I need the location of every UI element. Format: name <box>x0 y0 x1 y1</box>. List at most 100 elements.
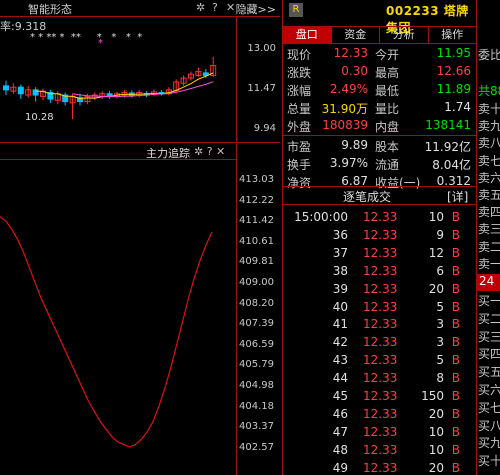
hide-button[interactable]: 隐藏>> <box>236 1 276 17</box>
trade-row: 39 12.33 20 B <box>283 281 476 300</box>
axis-tick-label: 405.79 <box>239 359 274 371</box>
trade-time: 38 <box>332 263 348 278</box>
trade-row: 48 12.33 10 B <box>283 442 476 461</box>
tab-funds[interactable]: 资金 <box>332 27 380 43</box>
close-icon[interactable]: ✕ <box>226 1 235 14</box>
tracking-icons[interactable]: ✲ ? ✕ <box>194 145 225 158</box>
trade-side: B <box>451 317 460 332</box>
axis-tick-label: 411.42 <box>239 215 274 227</box>
trade-volume: 10 <box>428 442 444 457</box>
buy-level-label: 买七 <box>478 400 500 415</box>
candlestick-chart <box>3 56 217 120</box>
divider <box>283 204 476 205</box>
moving-average-10 <box>72 81 214 98</box>
tab-order-book[interactable]: 盘口 <box>283 27 332 43</box>
trade-price: 12.33 <box>363 299 398 314</box>
trade-time: 15:00:00 <box>294 210 348 224</box>
trade-side: B <box>451 460 460 475</box>
trade-price: 12.33 <box>363 317 398 332</box>
trade-price: 12.33 <box>363 371 398 386</box>
price-axis: 13.00 11.47 9.94 <box>236 17 280 143</box>
tick-trades-header: 逐笔成交 [详] <box>283 188 476 204</box>
trade-volume: 20 <box>428 460 444 475</box>
tracking-value-axis: 413.03 412.22 411.42 410.61 409.81 409.00 408.… <box>236 144 280 475</box>
quote-label: 涨跌 <box>287 66 312 80</box>
trade-side: B <box>451 227 460 242</box>
quote-row: 现价 12.33 今开 11.95 <box>283 46 476 62</box>
main-force-line <box>0 216 213 448</box>
trade-time: 49 <box>332 460 348 475</box>
axis-tick-label: 406.59 <box>239 338 274 350</box>
trade-price: 12.33 <box>363 263 398 278</box>
trade-volume: 5 <box>436 299 444 314</box>
quote-value: 0.30 <box>341 64 368 78</box>
trade-side: B <box>451 210 460 224</box>
tab-operation[interactable]: 操作 <box>429 27 477 43</box>
trade-volume: 20 <box>428 281 444 296</box>
trade-row: 38 12.33 6 B <box>283 263 476 282</box>
trade-row: 40 12.33 5 B <box>283 299 476 318</box>
buy-level-label: 买三 <box>478 329 500 344</box>
trade-row: 49 12.33 20 B <box>283 460 476 475</box>
main-force-tracking-panel: 主力追踪 ✲ ? ✕ 413.03 412.22 411.42 410.61 409.8… <box>0 144 280 475</box>
quote-value: 3.97% <box>329 156 368 170</box>
trade-side: B <box>451 245 460 260</box>
sell-level-label: 卖十 <box>478 102 500 116</box>
axis-tick-label: 404.18 <box>239 400 274 412</box>
gear-icon[interactable]: ✲ <box>196 1 205 14</box>
help-icon[interactable]: ? <box>212 1 218 14</box>
trade-price: 12.33 <box>363 442 398 457</box>
trade-time: 37 <box>332 245 348 260</box>
tab-analysis[interactable]: 分析 <box>380 27 429 43</box>
trade-price: 12.33 <box>363 353 398 368</box>
quote-value: 2.49% <box>329 82 368 96</box>
axis-tick-label: 408.20 <box>239 297 274 309</box>
trade-volume: 8 <box>436 371 444 386</box>
buy-level-label: 买四 <box>478 347 500 362</box>
quote-label: 股本 <box>375 140 400 154</box>
trade-side: B <box>451 406 460 421</box>
trade-row: 42 12.33 3 B <box>283 334 476 353</box>
trade-volume: 3 <box>436 317 444 332</box>
axis-tick-label: 409.81 <box>239 256 274 268</box>
quote-row: 涨幅 2.49% 最低 11.89 <box>283 82 476 98</box>
sell-level-label: 卖六 <box>478 170 500 185</box>
divider <box>283 135 476 136</box>
trade-price: 12.33 <box>363 245 398 260</box>
trade-time: 40 <box>332 299 348 314</box>
quote-panel: R 002233 塔牌集团 盘口 资金 分析 操作 现价 12.33 今开 11.95… <box>282 0 477 475</box>
sell-level-label: 卖四 <box>478 205 500 220</box>
quote-label: 涨幅 <box>287 84 312 98</box>
quote-value: 11.92亿 <box>424 140 471 154</box>
axis-tick-label: 402.57 <box>239 441 274 453</box>
trade-price: 12.33 <box>363 424 398 439</box>
trade-row: 36 12.33 9 B <box>283 227 476 246</box>
axis-tick-label: 413.03 <box>239 174 274 185</box>
buy-level-label: 买一 <box>478 294 500 308</box>
r-badge: R <box>289 3 303 17</box>
quote-row: 换手 3.97% 流通 8.04亿 <box>283 156 476 172</box>
quote-label: 今开 <box>375 48 400 62</box>
trade-time: 45 <box>332 389 348 403</box>
candle-body <box>17 86 24 95</box>
trade-volume: 10 <box>428 424 444 439</box>
detail-link[interactable]: [详] <box>447 188 468 205</box>
tick-trades-title: 逐笔成交 <box>343 190 392 204</box>
quote-value: 11.95 <box>436 46 471 60</box>
sell-level-label: 卖二 <box>478 239 500 254</box>
trade-volume: 5 <box>436 353 444 368</box>
trade-side: B <box>451 389 460 403</box>
current-price-highlight: 24 <box>477 274 500 291</box>
buy-level-label: 买五 <box>478 365 500 380</box>
trade-row: 15:00:00 12.33 10 B <box>283 209 476 228</box>
trade-volume: 9 <box>436 227 444 242</box>
axis-label-low: 9.94 <box>253 123 276 134</box>
trade-time: 48 <box>332 442 348 457</box>
quote-value: 31.90万 <box>321 102 368 116</box>
low-price-label: 10.28 <box>25 112 54 123</box>
trade-volume: 150 <box>421 389 444 403</box>
sell-level-label: 卖三 <box>478 222 500 237</box>
quote-label: 换手 <box>287 158 312 172</box>
trade-side: B <box>451 442 460 457</box>
buy-level-label: 买八 <box>478 418 500 433</box>
